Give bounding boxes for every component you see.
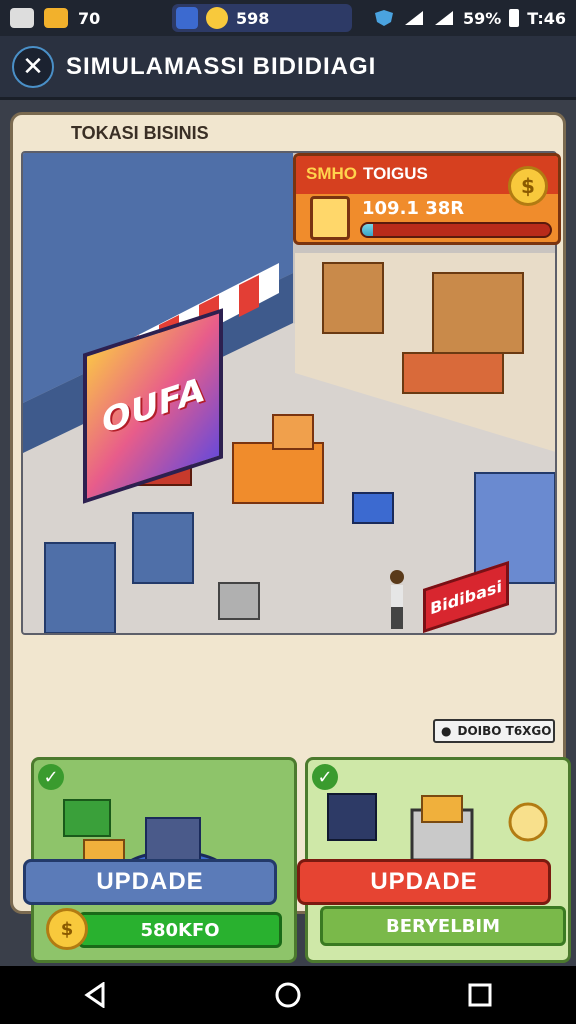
store-card-tag: SMHO bbox=[306, 164, 357, 183]
status-center-text: 598 bbox=[236, 8, 270, 28]
back-nav-button[interactable] bbox=[66, 970, 126, 1020]
register-icon bbox=[310, 196, 350, 240]
back-arrow-icon: ✕ bbox=[22, 51, 44, 82]
app-icon bbox=[176, 7, 198, 29]
gallery-icon bbox=[10, 8, 34, 28]
battery-icon bbox=[509, 9, 520, 27]
battery-text: 59% bbox=[463, 8, 502, 28]
store-progress-bar bbox=[360, 222, 552, 238]
signal-icon-2 bbox=[435, 11, 453, 25]
status-left-text: 70 bbox=[78, 8, 101, 28]
status-center: 598 bbox=[172, 4, 352, 32]
coin-icon-left: $ bbox=[46, 908, 88, 950]
location-pin-icon: ● bbox=[441, 724, 452, 738]
coords-text: DOIBO T6XGO bbox=[457, 724, 552, 738]
update-button-left[interactable]: UPDADE bbox=[23, 859, 277, 905]
store-card-value: 109.1 38R bbox=[362, 198, 465, 219]
recents-nav-button[interactable] bbox=[450, 970, 510, 1020]
square-recents-icon bbox=[468, 983, 492, 1007]
shield-icon bbox=[375, 10, 393, 26]
coin-icon bbox=[206, 7, 228, 29]
home-nav-button[interactable] bbox=[258, 970, 318, 1020]
title-bar: ✕ SIMULAMASSI BIDIDIAGI bbox=[0, 36, 576, 100]
store-card-title: TOIGUS bbox=[363, 164, 428, 183]
coin-badge-icon[interactable]: $ bbox=[508, 166, 548, 206]
folder-icon bbox=[44, 8, 68, 28]
time-text: T:46 bbox=[527, 8, 566, 28]
circle-home-icon bbox=[275, 982, 301, 1008]
update-button-right[interactable]: UPDADE bbox=[297, 859, 551, 905]
page-title: SIMULAMASSI BIDIDIAGI bbox=[66, 52, 377, 80]
nav-bar bbox=[0, 966, 576, 1024]
status-bar: 70 598 59% T:46 bbox=[0, 0, 576, 36]
back-button[interactable]: ✕ bbox=[12, 45, 54, 88]
panel-title: TOKASI BISINIS bbox=[71, 123, 209, 143]
signal-icon bbox=[405, 11, 423, 25]
store-card-label: SMHO TOIGUS bbox=[306, 164, 428, 184]
left-card-price: 580KFO bbox=[78, 912, 282, 948]
triangle-back-icon bbox=[84, 982, 105, 1008]
right-card-label: BERYELBIM bbox=[320, 906, 566, 946]
store-progress-fill bbox=[362, 224, 374, 236]
coords-label: ● DOIBO T6XGO bbox=[433, 719, 555, 743]
store-stats-card[interactable]: SMHO TOIGUS 109.1 38R $ bbox=[293, 153, 561, 245]
main-panel: TOKASI BISINIS OUFA SMHO TOIGUS 109.1 38… bbox=[10, 112, 571, 963]
